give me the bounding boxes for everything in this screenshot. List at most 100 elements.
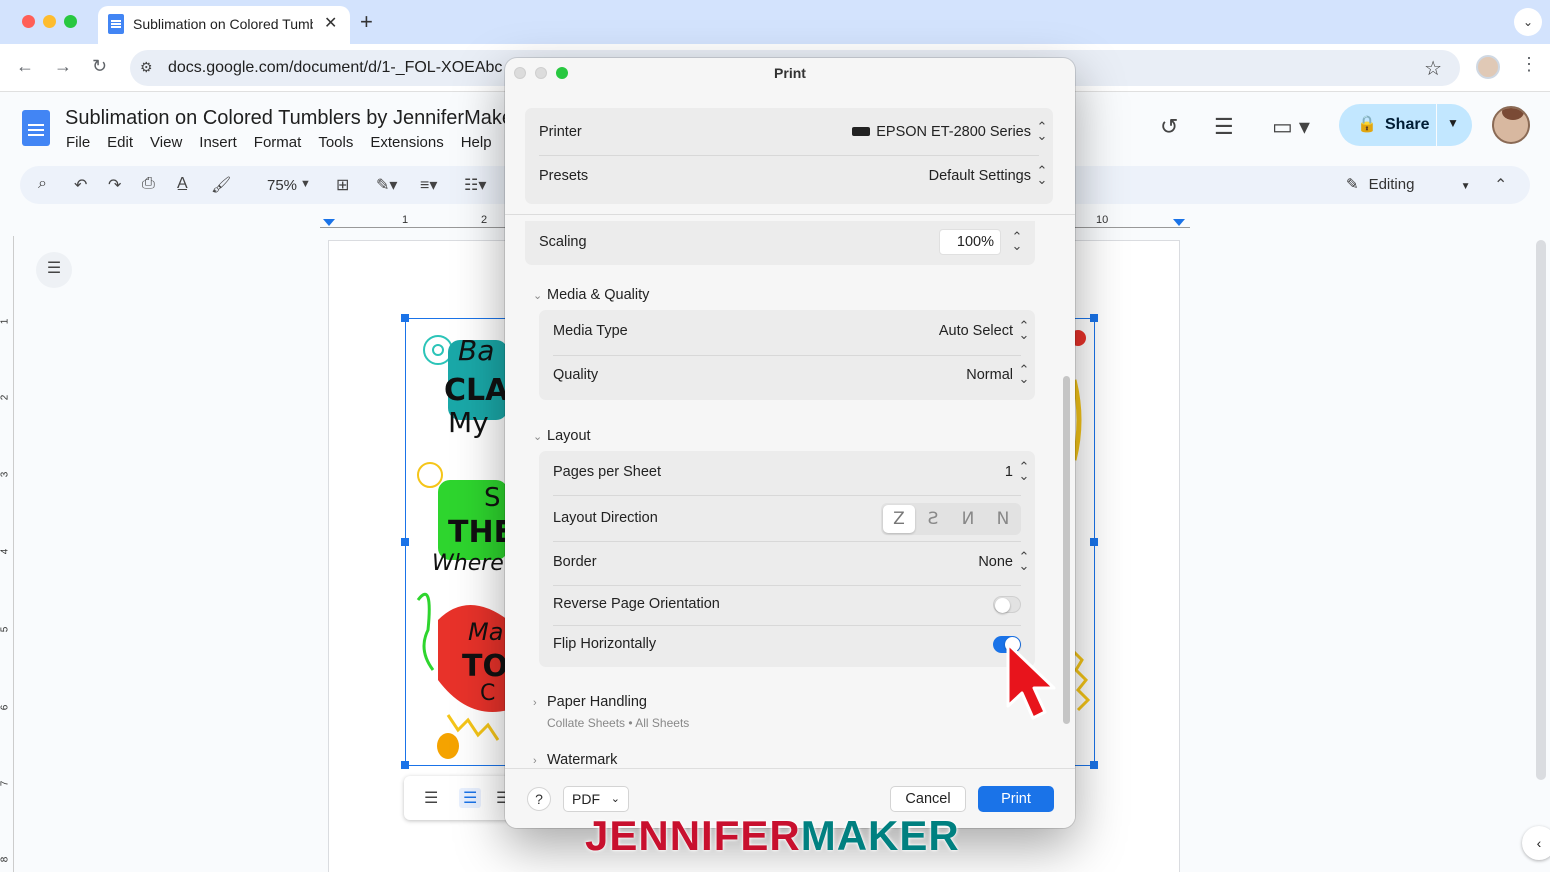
resize-handle[interactable] xyxy=(1090,314,1098,322)
watermark-title: Watermark xyxy=(547,752,618,768)
url-text: docs.google.com/document/d/1-_FOL-XOEAbc xyxy=(168,59,503,76)
back-arrow-icon[interactable]: ← xyxy=(16,56,34,77)
scaling-stepper-icon[interactable]: ⌃ ⌄ xyxy=(1011,230,1023,252)
site-settings-icon[interactable]: ⚙ xyxy=(140,59,153,76)
spellcheck-icon[interactable]: A̲ xyxy=(177,175,188,193)
layout-direction-n-reverse-option[interactable]: И xyxy=(952,505,984,533)
right-indent-marker[interactable] xyxy=(1173,219,1185,226)
paper-handling-header[interactable]: › Paper Handling xyxy=(533,694,647,710)
scaling-input[interactable]: 100% xyxy=(939,229,1001,255)
border-select[interactable]: Border None ⌃ ⌄ xyxy=(539,541,1035,585)
window-zoom-icon[interactable] xyxy=(64,15,77,28)
flip-horizontally-label: Flip Horizontally xyxy=(553,636,657,652)
forward-arrow-icon[interactable]: → xyxy=(54,56,72,77)
pencil-icon: ✎ xyxy=(1346,176,1359,193)
browser-menu-icon[interactable]: ⋮ xyxy=(1520,54,1538,75)
resize-handle[interactable] xyxy=(401,761,409,769)
quality-select[interactable]: Quality Normal ⌃ ⌄ xyxy=(539,354,1035,398)
editing-mode-select[interactable]: ✎ Editing ▼ xyxy=(1346,175,1471,193)
comments-icon[interactable]: ☰ xyxy=(1214,114,1234,140)
menu-extensions[interactable]: Extensions xyxy=(370,134,443,151)
tab-search-icon[interactable]: ⌄ xyxy=(1514,8,1542,36)
layout-header[interactable]: ⌄ Layout xyxy=(533,428,591,444)
browser-profile-avatar[interactable] xyxy=(1476,55,1500,79)
cancel-button[interactable]: Cancel xyxy=(890,786,966,812)
lock-icon: 🔒 xyxy=(1357,116,1377,133)
zoom-dropdown-icon[interactable]: ▼ xyxy=(300,178,311,190)
menu-tools[interactable]: Tools xyxy=(318,134,353,151)
media-type-select[interactable]: Media Type Auto Select ⌃ ⌄ xyxy=(539,310,1035,354)
page-scrollbar[interactable] xyxy=(1536,240,1546,780)
share-divider xyxy=(1436,104,1437,146)
menu-help[interactable]: Help xyxy=(461,134,492,151)
window-close-icon[interactable] xyxy=(22,15,35,28)
resize-handle[interactable] xyxy=(1090,538,1098,546)
side-panel-chevron-icon[interactable]: ‹ xyxy=(1522,826,1550,860)
version-history-icon[interactable]: ↺ xyxy=(1160,114,1178,140)
brand-part-1: JENNIFER xyxy=(585,812,801,859)
pages-per-sheet-select[interactable]: Pages per Sheet 1 ⌃ ⌄ xyxy=(539,451,1035,495)
docs-logo-icon[interactable] xyxy=(22,110,50,146)
resize-handle[interactable] xyxy=(1090,761,1098,769)
jennifermaker-watermark: JENNIFERMAKER xyxy=(585,812,960,860)
reverse-orientation-label: Reverse Page Orientation xyxy=(553,596,720,612)
vruler-number: 3 xyxy=(0,471,11,478)
print-icon[interactable]: ⎙ xyxy=(142,175,155,193)
resize-handle[interactable] xyxy=(401,538,409,546)
media-quality-header[interactable]: ⌄ Media & Quality xyxy=(533,287,649,303)
search-menus-icon[interactable]: ⌕ xyxy=(38,175,47,193)
insert-comment-icon[interactable]: ⊞ xyxy=(336,175,349,195)
left-indent-marker[interactable] xyxy=(323,219,335,226)
media-type-label: Media Type xyxy=(553,323,628,339)
menu-edit[interactable]: Edit xyxy=(107,134,133,151)
updown-chevron-icon: ⌃ ⌄ xyxy=(1018,549,1030,573)
document-title[interactable]: Sublimation on Colored Tumblers by Jenni… xyxy=(65,107,520,130)
wrap-text-icon[interactable]: ☰ xyxy=(459,788,482,808)
share-dropdown-icon[interactable]: ▼ xyxy=(1447,116,1459,130)
updown-chevron-icon: ⌃ ⌄ xyxy=(1036,163,1048,187)
resize-handle[interactable] xyxy=(401,314,409,322)
watermark-header[interactable]: › Watermark xyxy=(533,752,617,768)
user-avatar[interactable] xyxy=(1492,106,1530,144)
dialog-scrollbar[interactable] xyxy=(1063,376,1070,724)
zoom-select[interactable]: 75% xyxy=(267,177,297,194)
align-icon[interactable]: ≡▾ xyxy=(420,175,437,195)
tab-close-icon[interactable]: ✕ xyxy=(324,13,337,33)
presets-select[interactable]: Presets Default Settings ⌃ ⌄ xyxy=(525,155,1053,199)
hide-menus-chevron-icon[interactable]: ⌃ xyxy=(1494,175,1507,195)
paint-format-icon[interactable]: 🖌 xyxy=(211,175,231,195)
section-divider xyxy=(505,214,1075,215)
print-button[interactable]: Print xyxy=(978,786,1054,812)
menu-format[interactable]: Format xyxy=(254,134,302,151)
updown-chevron-icon: ⌃ ⌄ xyxy=(1018,362,1030,386)
reload-icon[interactable]: ↻ xyxy=(92,56,107,77)
undo-icon[interactable]: ↶ xyxy=(74,175,87,195)
share-label: Share xyxy=(1385,116,1430,133)
window-minimize-icon[interactable] xyxy=(43,15,56,28)
wrap-inline-icon[interactable]: ☰ xyxy=(424,788,438,808)
layout-direction-s-option[interactable]: Ƨ xyxy=(917,505,949,533)
redo-icon[interactable]: ↷ xyxy=(108,175,121,195)
pdf-menu-button[interactable]: PDF ⌄ xyxy=(563,786,629,812)
menu-view[interactable]: View xyxy=(150,134,182,151)
pages-per-sheet-value: 1 xyxy=(1004,464,1013,480)
tab-title: Sublimation on Colored Tumb xyxy=(133,16,313,32)
highlight-pen-icon[interactable]: ✎▾ xyxy=(376,175,397,195)
line-spacing-icon[interactable]: ☷▾ xyxy=(464,175,486,195)
printer-select[interactable]: Printer EPSON ET-2800 Series ⌃ ⌄ xyxy=(525,111,1053,155)
meet-camera-icon[interactable]: ▭ ▾ xyxy=(1272,114,1310,140)
vruler-number: 8 xyxy=(0,856,11,863)
help-button[interactable]: ? xyxy=(527,787,551,811)
layout-direction-n-option[interactable]: N xyxy=(987,505,1019,533)
browser-tab[interactable]: Sublimation on Colored Tumb ✕ xyxy=(98,6,350,44)
vruler-number: 7 xyxy=(0,780,11,787)
document-outline-icon[interactable]: ☰ xyxy=(36,252,72,288)
paper-handling-subtitle: Collate Sheets • All Sheets xyxy=(547,716,690,730)
new-tab-icon[interactable]: + xyxy=(360,9,373,35)
bookmark-star-icon[interactable]: ☆ xyxy=(1424,56,1442,81)
menu-insert[interactable]: Insert xyxy=(199,134,237,151)
share-button[interactable]: 🔒 Share ▼ xyxy=(1339,104,1472,146)
layout-direction-z-option[interactable]: Z xyxy=(883,505,915,533)
menu-file[interactable]: File xyxy=(66,134,90,151)
reverse-orientation-toggle[interactable] xyxy=(993,596,1021,613)
